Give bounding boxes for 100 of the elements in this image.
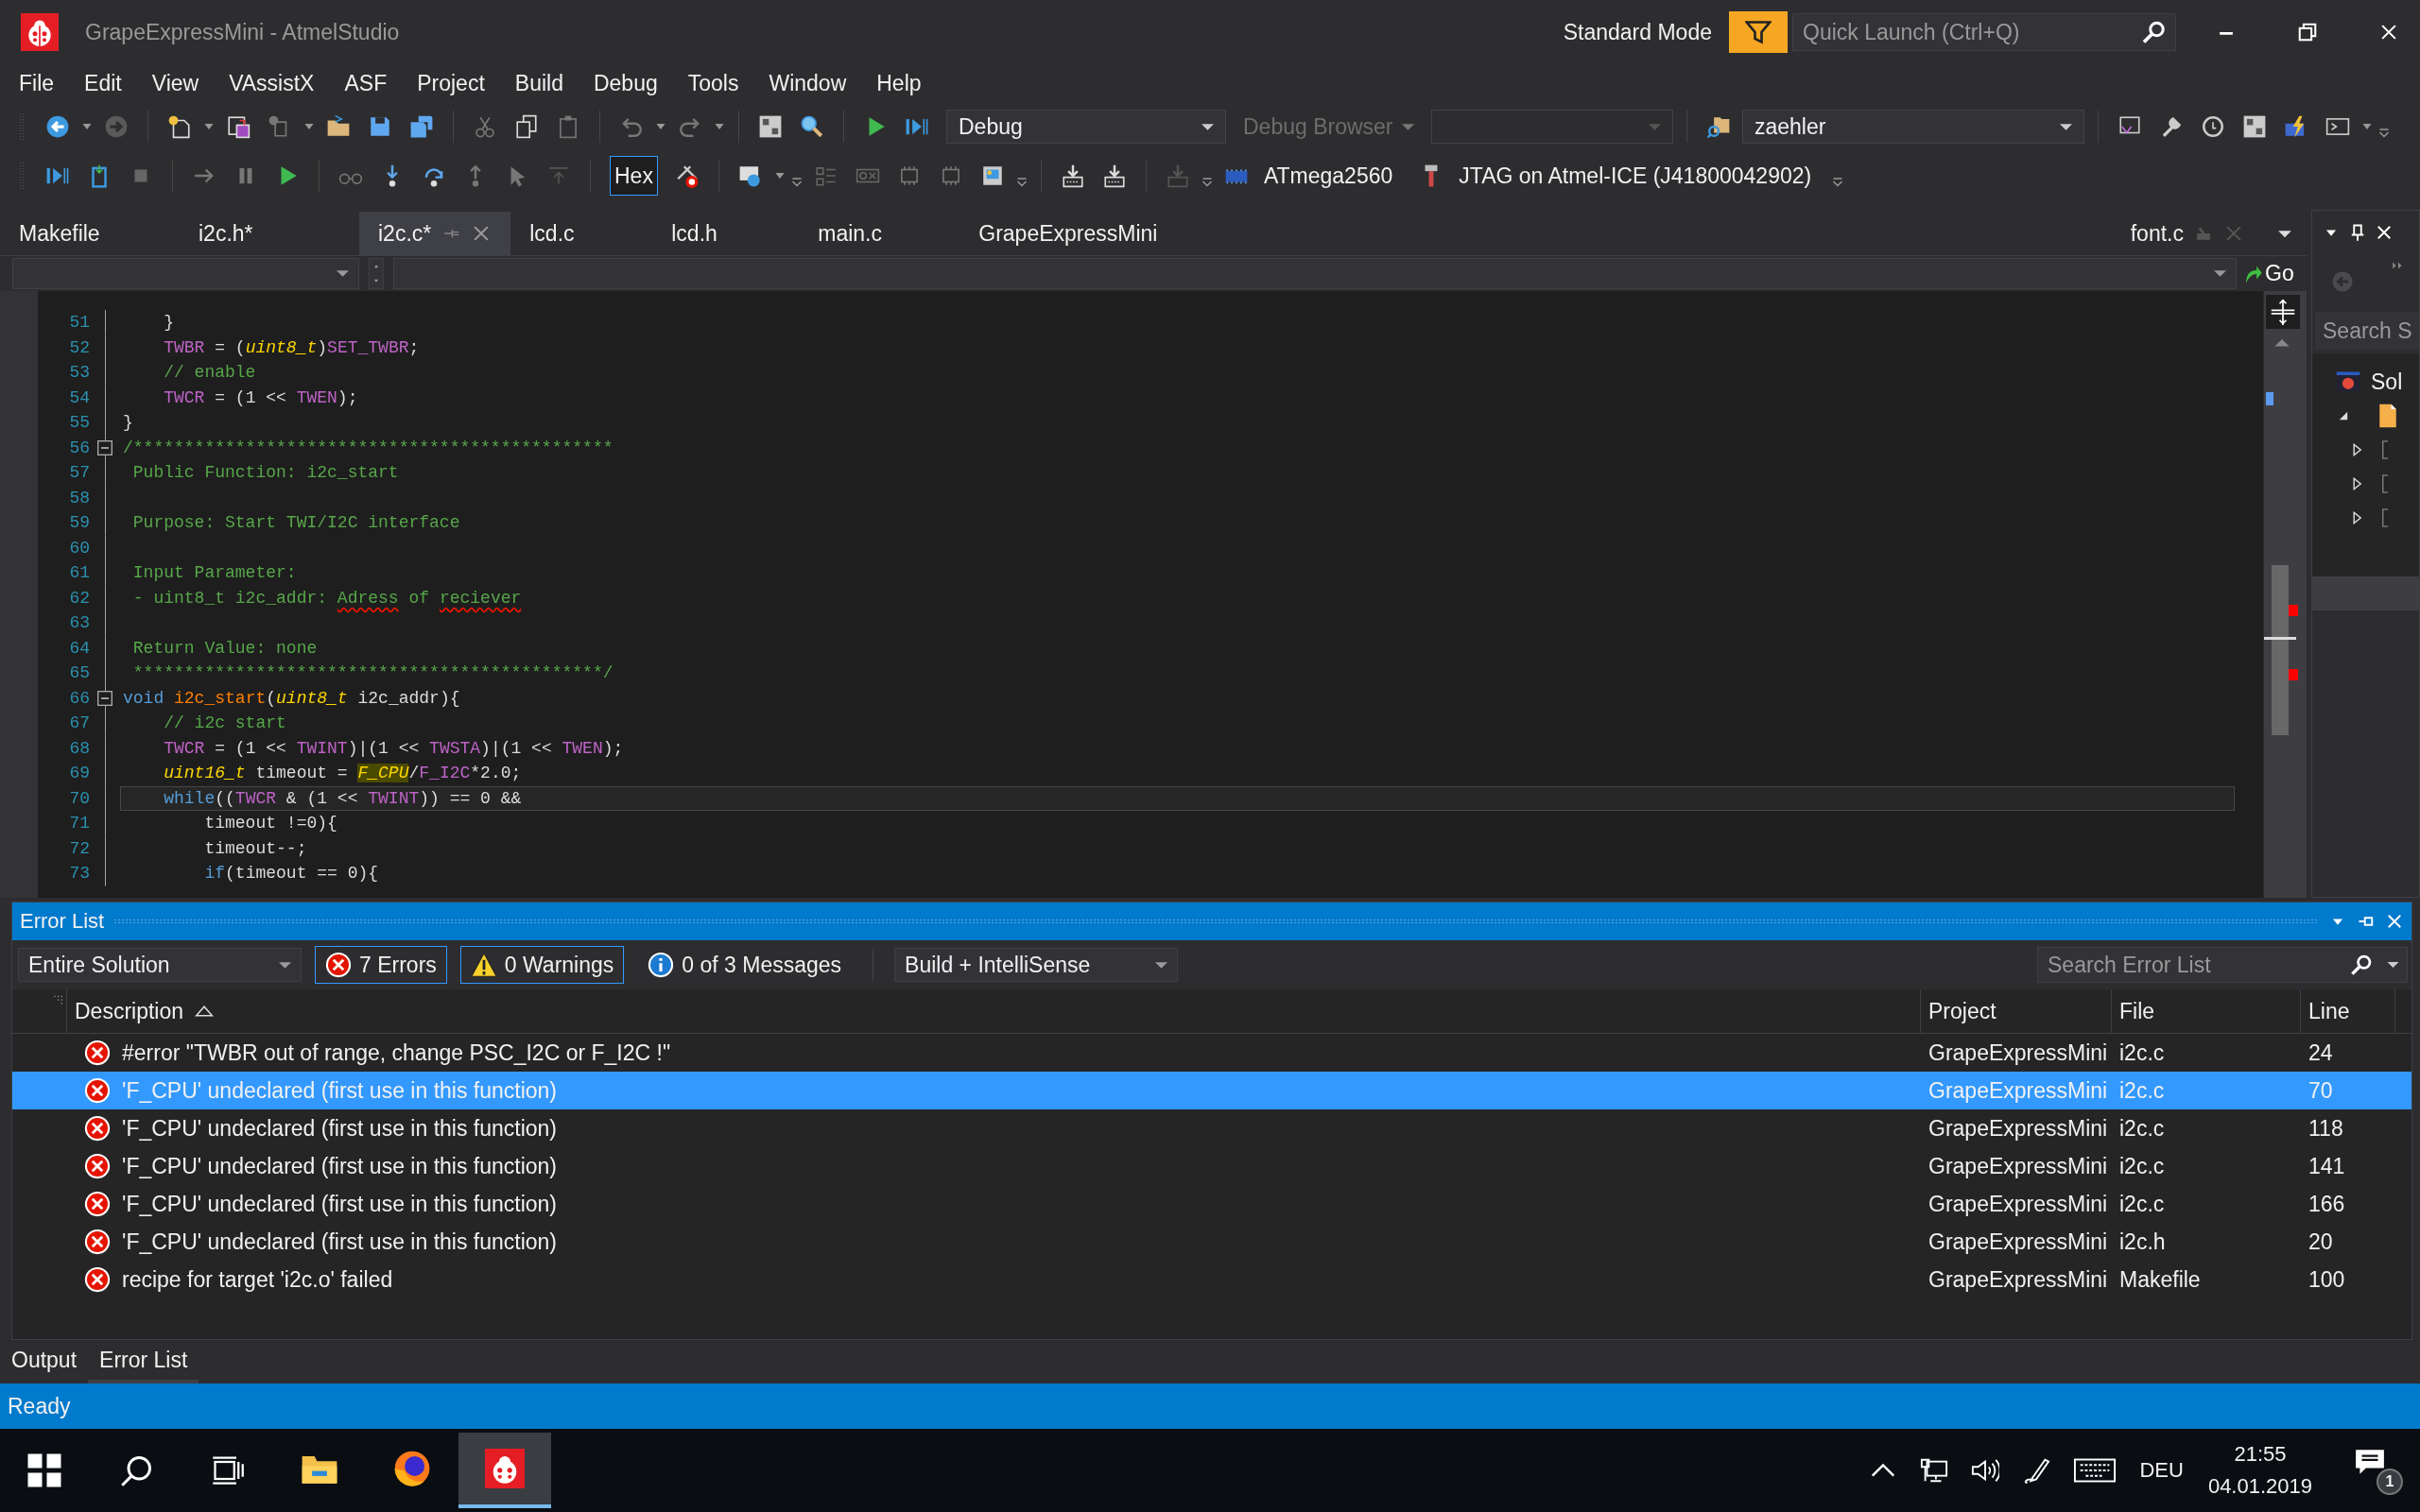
line-number: 69 (68, 764, 90, 783)
document-tab[interactable]: lcd.c (510, 212, 653, 255)
macro-name: TWEN (562, 738, 603, 758)
scroll-up-icon[interactable] (2273, 336, 2290, 348)
error-row[interactable]: 'F_CPU' undeclared (first use in this function) GrapeExpressMini i2c.c 118 (12, 1109, 2411, 1147)
copy-icon[interactable] (514, 114, 539, 139)
document-tab[interactable]: i2c.h* (180, 212, 359, 255)
caret-marker (2266, 392, 2273, 405)
document-tab[interactable]: main.c (799, 212, 960, 255)
position-marker (2264, 637, 2296, 640)
error-row[interactable]: 'F_CPU' undeclared (first use in this function) GrapeExpressMini i2c.h 20 (12, 1223, 2411, 1261)
configuration-dropdown[interactable]: Debug (946, 110, 1226, 144)
filter-button[interactable]: 0 of 3 Messages (637, 946, 853, 984)
restore-icon[interactable] (2297, 22, 2318, 43)
find-icon[interactable] (800, 114, 824, 139)
error-icon (84, 1228, 111, 1255)
menu-item[interactable]: ASF (329, 70, 403, 96)
collapse-icon[interactable] (97, 439, 112, 455)
download-icon[interactable] (1060, 163, 1085, 188)
error-row[interactable]: 'F_CPU' undeclared (first use in this function) GrapeExpressMini i2c.c 141 (12, 1147, 2411, 1185)
function-name: i2c_start (173, 688, 267, 708)
table-cell-text: GrapeExpressMini (1927, 1040, 2109, 1066)
search-field[interactable]: Search S (2315, 312, 2419, 350)
scroll-thumb[interactable] (2272, 565, 2289, 735)
save-icon[interactable] (368, 114, 392, 139)
feedback-button[interactable] (1729, 11, 1788, 53)
add-file-icon[interactable] (226, 114, 251, 139)
dropdown-arrow-icon[interactable] (337, 267, 349, 280)
tree-item[interactable]: Sol (2371, 369, 2403, 395)
menu-item[interactable]: VAssistX (214, 70, 330, 96)
clock-time[interactable]: 21:55 (2234, 1442, 2287, 1467)
menu-item[interactable]: Edit (69, 70, 137, 96)
error-description: 'F_CPU' undeclared (first use in this function) (122, 1228, 558, 1255)
open-folder-icon[interactable] (326, 114, 351, 139)
menu-item[interactable]: Tools (672, 70, 754, 96)
clock-icon[interactable] (2201, 114, 2225, 139)
code-text: ) (317, 337, 328, 357)
clock-date[interactable]: 04.01.2019 (2207, 1474, 2312, 1499)
scrollbar[interactable] (2263, 291, 2307, 898)
save-all-icon[interactable] (409, 114, 434, 139)
column-header[interactable]: Description (67, 989, 1921, 1033)
expanded-icon[interactable] (2337, 409, 2350, 422)
panel-tab[interactable]: Output (11, 1340, 89, 1383)
device-label[interactable]: ATmega2560 (1263, 163, 1393, 189)
menu-item[interactable]: Project (402, 70, 500, 96)
menu-item[interactable]: Window (753, 70, 862, 96)
macro-name: TWCR (234, 788, 277, 808)
back-icon[interactable] (45, 114, 70, 139)
macro-name: SET_TWBR (327, 337, 409, 357)
source-dropdown[interactable]: Build + IntelliSense (894, 948, 1179, 982)
type-name: uint8_t (276, 688, 348, 708)
menu-item[interactable]: View (136, 70, 215, 96)
cut-icon[interactable] (473, 114, 497, 139)
line-number: 64 (68, 638, 90, 658)
code-text: ); (337, 387, 358, 407)
error-row[interactable]: 'F_CPU' undeclared (first use in this function) GrapeExpressMini i2c.c 166 (12, 1185, 2411, 1223)
network-icon[interactable] (1920, 1456, 1949, 1485)
menu-item[interactable]: Build (499, 70, 579, 96)
search-field[interactable]: Search Error List (2037, 947, 2340, 983)
error-row[interactable]: recipe for target 'i2c.o' failed GrapeExpressMini Makefile 100 (12, 1261, 2411, 1298)
split-icon[interactable] (2266, 295, 2300, 329)
menu-item[interactable]: Debug (578, 70, 673, 96)
tool-label[interactable]: JTAG on Atmel-ICE (J41800042902) (1459, 163, 1812, 189)
keyboard-icon[interactable] (2073, 1456, 2118, 1485)
solution-icon[interactable] (758, 114, 783, 139)
error-icon (84, 1153, 111, 1179)
dropdown-arrow-icon[interactable] (2214, 267, 2226, 280)
project-dropdown[interactable]: zaehler (1742, 110, 2084, 144)
screen-icon[interactable] (737, 163, 763, 188)
line-number: 68 (68, 738, 90, 758)
menu-item[interactable]: Help (861, 70, 937, 96)
folder-icon (2382, 472, 2388, 495)
code-comment: /*********************************************** (123, 438, 614, 457)
column-header[interactable]: File (2112, 989, 2301, 1033)
menu-item[interactable]: File (4, 70, 70, 96)
collapse-icon[interactable] (97, 690, 112, 706)
table-cell-text: i2c.c (2118, 1191, 2166, 1217)
error-icon (84, 1266, 111, 1293)
hex-toggle[interactable]: Hex (610, 156, 658, 196)
search-icon[interactable] (120, 1453, 154, 1487)
language-indicator[interactable]: DEU (2139, 1458, 2184, 1483)
new-project-icon[interactable] (167, 114, 192, 139)
column-options-icon[interactable] (53, 995, 62, 1005)
filter-button[interactable]: 0 Warnings (459, 946, 625, 984)
document-tab[interactable]: lcd.h (652, 212, 800, 255)
document-tab[interactable]: Makefile (0, 212, 180, 255)
taskbar-app[interactable] (458, 1433, 551, 1508)
document-tab[interactable]: GrapeExpressMini (959, 212, 1177, 255)
go-button[interactable]: Go (2240, 261, 2296, 286)
pen-icon[interactable] (2022, 1456, 2051, 1485)
line-number: 61 (68, 563, 90, 583)
filter-button[interactable]: 7 Errors (315, 946, 447, 984)
start-icon[interactable] (26, 1452, 63, 1489)
task-view-icon[interactable] (211, 1453, 245, 1487)
error-row[interactable]: #error "TWBR out of range, change PSC_I2C or F_I2C !" GrapeExpressMini i2c.c 24 (12, 1034, 2411, 1072)
download-icon[interactable] (1101, 163, 1127, 188)
column-header[interactable]: Line (2301, 989, 2395, 1033)
scope-dropdown[interactable]: Entire Solution (18, 948, 302, 982)
column-header[interactable]: Project (1921, 989, 2112, 1033)
folder-search-icon[interactable] (1706, 114, 1731, 139)
